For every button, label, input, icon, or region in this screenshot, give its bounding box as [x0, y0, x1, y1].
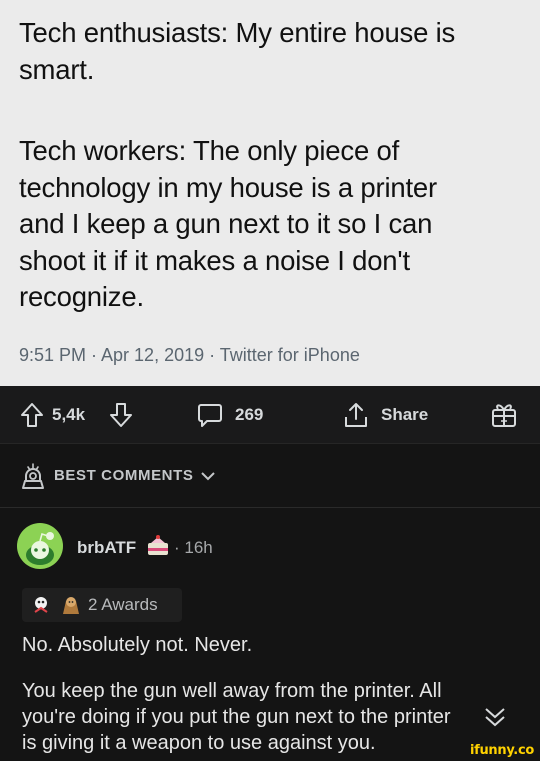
share-button[interactable]: Share — [343, 386, 428, 443]
tweet-text-enthusiasts: Tech enthusiasts: My entire house is sma… — [19, 17, 456, 85]
awards-count: 2 Awards — [88, 595, 158, 614]
award-icon — [63, 597, 79, 614]
award-button[interactable] — [490, 386, 518, 443]
downvote-button[interactable] — [109, 386, 133, 443]
comment-sort-bar[interactable]: BEST COMMENTS — [0, 443, 540, 507]
upvote-count: 5,4k — [52, 404, 86, 424]
tweet-card: Tech enthusiasts: My entire house is sma… — [0, 0, 540, 386]
comment-username[interactable]: brbATF — [77, 538, 136, 558]
snoo-avatar-icon — [26, 532, 54, 565]
expand-chevron-icon[interactable] — [484, 706, 506, 728]
chevron-down-icon — [201, 471, 216, 480]
gift-icon — [492, 403, 516, 427]
post-action-bar: 5,4k 269 Share — [0, 386, 540, 443]
sort-label: BEST COMMENTS — [54, 467, 194, 484]
comment-icon — [198, 403, 222, 427]
share-label: Share — [381, 404, 429, 424]
comment-text-second: You keep the gun well away from the prin… — [22, 680, 451, 754]
comment-count: 269 — [235, 404, 264, 424]
tweet-timestamp: 9:51 PM · Apr 12, 2019 · Twitter for iPh… — [19, 345, 360, 365]
tweet-text-workers: Tech workers: The only piece of technolo… — [19, 135, 437, 312]
award-icon — [34, 597, 48, 613]
comments-button[interactable]: 269 — [197, 386, 263, 443]
flair-icon — [148, 535, 168, 555]
avatar[interactable] — [17, 523, 63, 569]
downvote-icon — [110, 402, 132, 427]
comment-time: · 16h — [174, 538, 213, 557]
sort-icon — [22, 462, 44, 489]
upvote-icon — [21, 402, 43, 427]
watermark: ifunny.co — [469, 743, 534, 758]
comment-text-first: No. Absolutely not. Never. — [22, 634, 253, 656]
share-icon — [345, 402, 367, 427]
comment: brbATF · 16h 2 Awards No. Absolutely not… — [0, 508, 540, 761]
awards-badge[interactable]: 2 Awards — [22, 588, 182, 622]
upvote-button[interactable]: 5,4k — [20, 386, 85, 443]
